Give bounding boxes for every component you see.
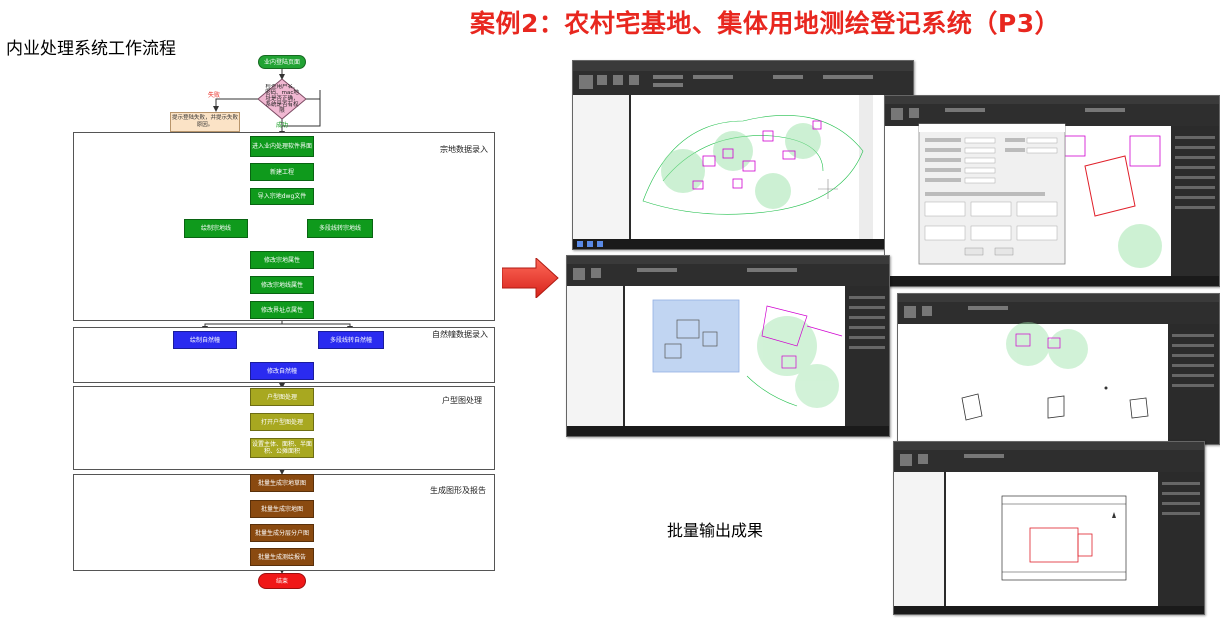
step-new-project: 新建工程 — [250, 163, 314, 181]
step-polyline-building: 多段线转自然幢 — [318, 331, 384, 349]
step-edit-building: 修改自然幢 — [250, 362, 314, 380]
step-batch-parcel-sketch: 批量生成宗地草图 — [250, 474, 314, 492]
step-set-area: 设置主体、面积、半面积、公摊面积 — [250, 438, 314, 458]
end-node: 结束 — [258, 573, 306, 589]
step-edit-parcel-attr: 修改宗地属性 — [250, 251, 314, 269]
section-label: 自然幢数据录入 — [432, 330, 488, 339]
cad-attribute-dialog-screenshot — [884, 95, 1220, 287]
decision-text: 检查用户名、密码、mac地址是否正确，系统是否有权限 — [265, 84, 299, 114]
start-node: 业内登陆页面 — [258, 55, 306, 69]
section-label: 宗地数据录入 — [440, 145, 488, 154]
output-caption: 批量输出成果 — [667, 521, 764, 540]
section-label: 生成图形及报告 — [430, 486, 486, 495]
fail-note: 提示登陆失败，并提示失败原因。 — [170, 112, 240, 132]
step-batch-floor-plan: 批量生成分层分户图 — [250, 524, 314, 542]
cad-parcel-map-screenshot — [572, 60, 914, 250]
step-enter-system: 进入业内处理软件界面 — [250, 136, 314, 157]
step-draw-parcel: 绘制宗地线 — [184, 219, 248, 238]
right-arrow-icon — [502, 258, 559, 298]
cad-floor-plan-output-screenshot — [893, 441, 1205, 615]
section-label: 户型图处理 — [442, 396, 482, 405]
step-batch-survey-report: 批量生成测绘报告 — [250, 548, 314, 566]
cad-building-outlines-screenshot — [897, 293, 1220, 445]
step-batch-parcel-map: 批量生成宗地图 — [250, 500, 314, 518]
step-draw-building: 绘制自然幢 — [173, 331, 237, 349]
fail-label: 失败 — [208, 92, 221, 99]
step-edit-parcel-line-attr: 修改宗地线属性 — [250, 276, 314, 294]
cad-selection-view-screenshot — [566, 255, 890, 437]
step-house-plan: 户型图处理 — [250, 388, 314, 406]
step-open-house-plan: 打开户型图处理 — [250, 413, 314, 431]
step-import-dwg: 导入宗地dwg文件 — [250, 188, 314, 205]
step-edit-boundary-attr: 修改界址点属性 — [250, 301, 314, 319]
success-label: 成功 — [276, 122, 289, 129]
page-title: 案例2：农村宅基地、集体用地测绘登记系统（P3） — [470, 9, 1061, 38]
step-polyline-parcel: 多段线转宗地线 — [307, 219, 373, 238]
